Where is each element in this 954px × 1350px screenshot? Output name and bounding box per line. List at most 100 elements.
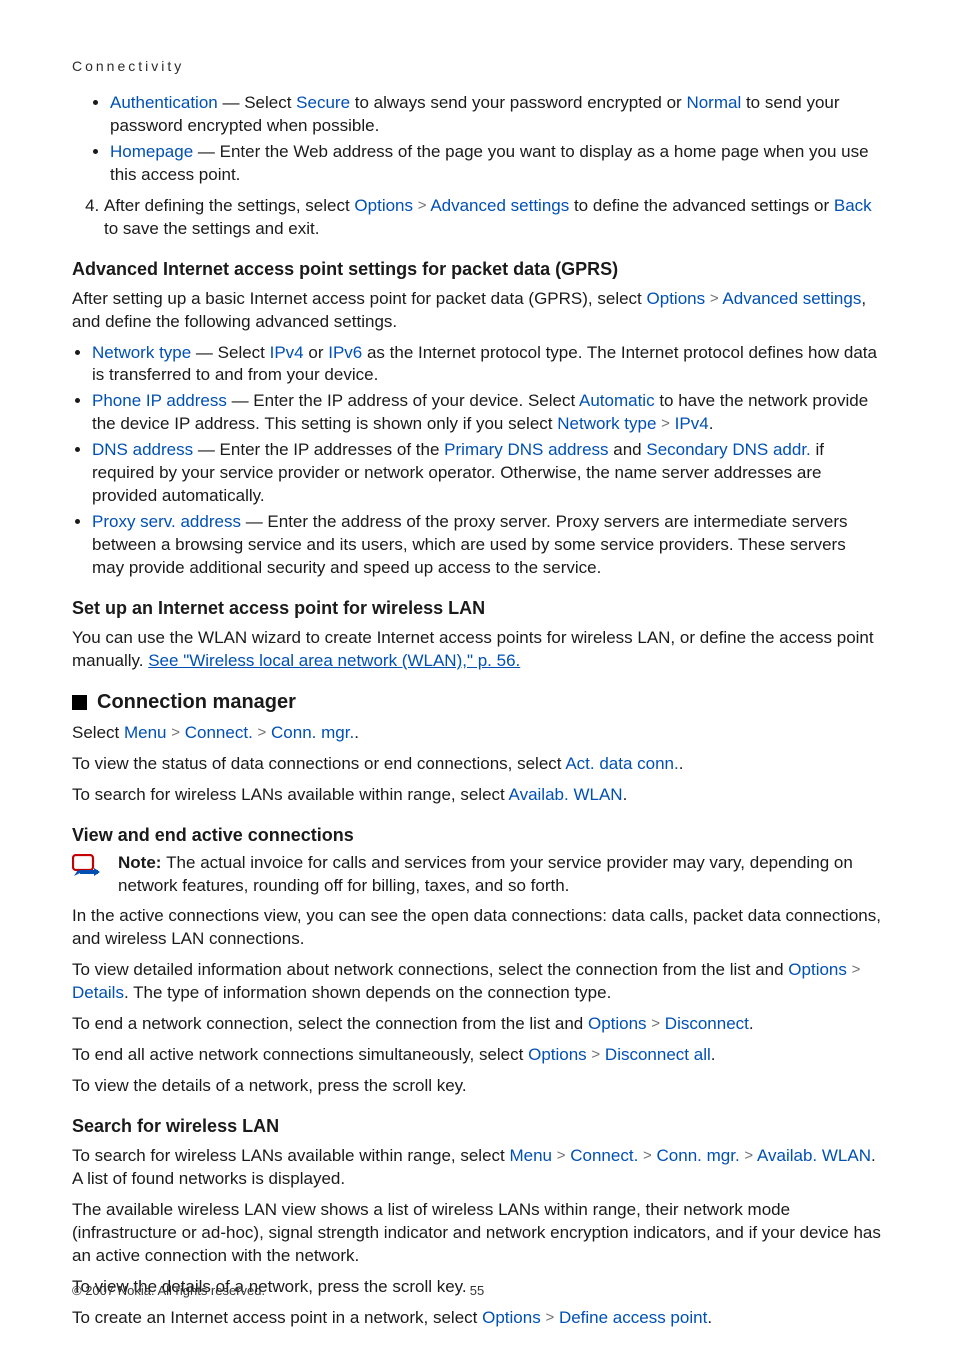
chevron-right-icon: >	[710, 290, 719, 307]
copyright-text: © 2007 Nokia. All rights reserved.	[72, 1283, 265, 1298]
list-item: Phone IP address — Enter the IP address …	[92, 390, 882, 436]
option-normal: Normal	[686, 93, 741, 112]
text: .	[709, 414, 714, 433]
text: After setting up a basic Internet access…	[72, 289, 647, 308]
chevron-right-icon: >	[258, 724, 267, 741]
paragraph: To view the details of a network, press …	[72, 1075, 882, 1098]
option-options: Options	[647, 289, 706, 308]
text: and	[609, 440, 647, 459]
option-primary-dns: Primary DNS address	[444, 440, 608, 459]
option-menu: Menu	[509, 1146, 552, 1165]
note-label: Note:	[118, 853, 166, 872]
chevron-right-icon: >	[852, 961, 861, 978]
text: or	[304, 343, 329, 362]
text: .	[354, 723, 359, 742]
option-conn-mgr: Conn. mgr.	[657, 1146, 740, 1165]
paragraph: To end all active network connections si…	[72, 1044, 882, 1067]
option-options: Options	[588, 1014, 647, 1033]
list-item: Homepage — Enter the Web address of the …	[110, 141, 882, 187]
paragraph: The available wireless LAN view shows a …	[72, 1199, 882, 1268]
paragraph: To search for wireless LANs available wi…	[72, 1145, 882, 1191]
option-back: Back	[834, 196, 872, 215]
chevron-right-icon: >	[643, 1147, 652, 1164]
text: Select	[72, 723, 124, 742]
note-text: Note: The actual invoice for calls and s…	[118, 852, 882, 898]
option-options: Options	[788, 960, 847, 979]
term-phone-ip: Phone IP address	[92, 391, 227, 410]
note-icon	[72, 854, 100, 878]
list-item: Network type — Select IPv4 or IPv6 as th…	[92, 342, 882, 388]
paragraph: To view the status of data connections o…	[72, 753, 882, 776]
list-item: DNS address — Enter the IP addresses of …	[92, 439, 882, 508]
term-proxy-serv: Proxy serv. address	[92, 512, 241, 531]
option-menu: Menu	[124, 723, 167, 742]
option-connect: Connect.	[185, 723, 253, 742]
link-wlan-see[interactable]: See "Wireless local area network (WLAN),…	[148, 651, 520, 670]
text: To view detailed information about netwo…	[72, 960, 788, 979]
option-options: Options	[354, 196, 413, 215]
term-homepage: Homepage	[110, 142, 193, 161]
text: .	[707, 1308, 712, 1327]
paragraph: To search for wireless LANs available wi…	[72, 784, 882, 807]
chevron-right-icon: >	[545, 1309, 554, 1326]
text: — Enter the IP address of your device. S…	[227, 391, 579, 410]
text: to define the advanced settings or	[569, 196, 834, 215]
term-dns-address: DNS address	[92, 440, 193, 459]
chevron-right-icon: >	[651, 1015, 660, 1032]
option-ipv6: IPv6	[328, 343, 362, 362]
term-network-type: Network type	[92, 343, 191, 362]
paragraph: Select Menu > Connect. > Conn. mgr..	[72, 722, 882, 745]
text: .	[749, 1014, 754, 1033]
text: — Select	[218, 93, 296, 112]
list-item: After defining the settings, select Opti…	[104, 195, 882, 241]
text: to always send your password encrypted o…	[350, 93, 686, 112]
text: — Enter the Web address of the page you …	[110, 142, 869, 184]
paragraph: You can use the WLAN wizard to create In…	[72, 627, 882, 673]
paragraph: To view detailed information about netwo…	[72, 959, 882, 1005]
chevron-right-icon: >	[661, 415, 670, 432]
option-details: Details	[72, 983, 124, 1002]
list-item: Proxy serv. address — Enter the address …	[92, 511, 882, 580]
text: To view the status of data connections o…	[72, 754, 565, 773]
text: .	[711, 1045, 716, 1064]
text: To search for wireless LANs available wi…	[72, 785, 509, 804]
option-secondary-dns: Secondary DNS addr.	[646, 440, 810, 459]
chevron-right-icon: >	[418, 197, 427, 214]
text: .	[679, 754, 684, 773]
chevron-right-icon: >	[171, 724, 180, 741]
heading-view-end-conns: View and end active connections	[72, 825, 882, 846]
note-box: Note: The actual invoice for calls and s…	[72, 852, 882, 898]
text: . The type of information shown depends …	[124, 983, 611, 1002]
option-advanced-settings: Advanced settings	[722, 289, 861, 308]
option-ipv4: IPv4	[675, 414, 709, 433]
text: To end a network connection, select the …	[72, 1014, 588, 1033]
heading-gprs: Advanced Internet access point settings …	[72, 259, 882, 280]
text: — Enter the IP addresses of the	[193, 440, 444, 459]
option-secure: Secure	[296, 93, 350, 112]
paragraph: To create an Internet access point in a …	[72, 1307, 882, 1330]
option-network-type: Network type	[557, 414, 656, 433]
option-automatic: Automatic	[579, 391, 655, 410]
heading-connection-manager: Connection manager	[97, 691, 296, 714]
text: To search for wireless LANs available wi…	[72, 1146, 509, 1165]
term-authentication: Authentication	[110, 93, 218, 112]
text: to save the settings and exit.	[104, 219, 319, 238]
paragraph: In the active connections view, you can …	[72, 905, 882, 951]
list-item: Authentication — Select Secure to always…	[110, 92, 882, 138]
option-options: Options	[482, 1308, 541, 1327]
option-advanced-settings: Advanced settings	[430, 196, 569, 215]
option-ipv4: IPv4	[270, 343, 304, 362]
option-disconnect-all: Disconnect all	[605, 1045, 711, 1064]
text: To end all active network connections si…	[72, 1045, 528, 1064]
paragraph: After setting up a basic Internet access…	[72, 288, 882, 334]
option-availab-wlan: Availab. WLAN	[509, 785, 623, 804]
square-bullet-icon	[72, 695, 87, 710]
chevron-right-icon: >	[744, 1147, 753, 1164]
option-availab-wlan: Availab. WLAN	[757, 1146, 871, 1165]
text: The actual invoice for calls and service…	[118, 853, 853, 895]
option-connect: Connect.	[570, 1146, 638, 1165]
breadcrumb: Connectivity	[72, 58, 882, 74]
option-disconnect: Disconnect	[665, 1014, 749, 1033]
text: .	[623, 785, 628, 804]
text: — Select	[191, 343, 269, 362]
